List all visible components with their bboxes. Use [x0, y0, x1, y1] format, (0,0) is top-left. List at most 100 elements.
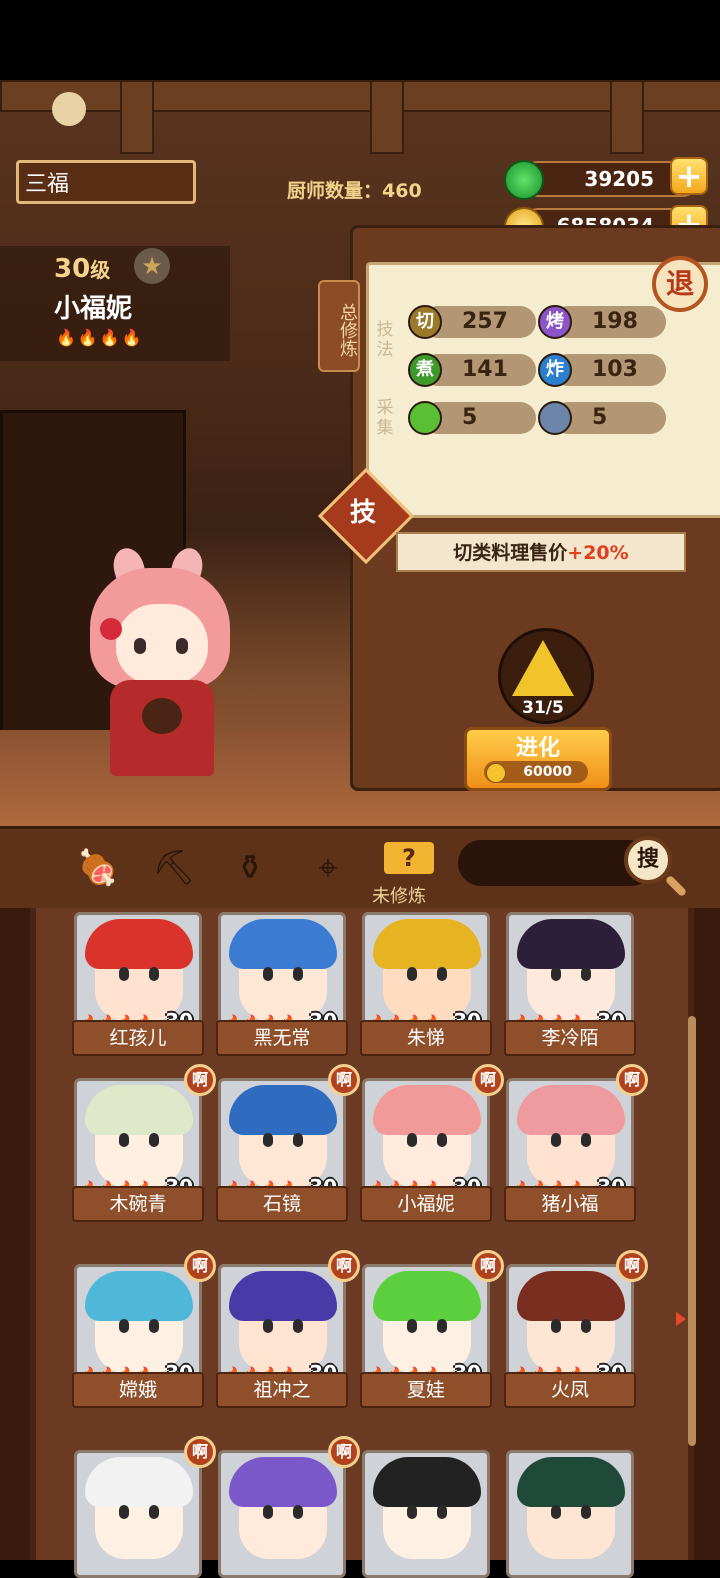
chef-eye — [119, 1505, 129, 1519]
chef-eye — [551, 967, 561, 981]
chef-card[interactable] — [362, 1450, 490, 1578]
chef-hair — [373, 1271, 481, 1321]
chef-hair — [85, 1457, 193, 1507]
chef-eye — [407, 1133, 417, 1147]
chef-eye — [119, 1133, 129, 1147]
technique-label: 技法 — [376, 320, 394, 360]
jade-icon — [504, 160, 544, 200]
chef-eye — [293, 1133, 303, 1147]
chef-eye — [581, 1505, 591, 1519]
chef-hair — [373, 1457, 481, 1507]
chef-eye — [581, 1319, 591, 1333]
chef-hair — [373, 919, 481, 969]
chef-name[interactable]: 火凤 — [504, 1372, 636, 1408]
shovel-icon[interactable]: ⛏ — [152, 846, 196, 890]
chef-eye — [263, 1133, 273, 1147]
kitchen-name-field[interactable]: 三福 — [16, 160, 196, 204]
chef-eye — [407, 1505, 417, 1519]
chef-eye — [407, 967, 417, 981]
chef-eye — [149, 1319, 159, 1333]
character-level: 30级 — [54, 254, 110, 284]
chef-eye — [149, 1133, 159, 1147]
unpracticed-tab-label[interactable]: 未修炼 — [372, 882, 426, 908]
notification-badge: 啊 — [472, 1064, 504, 1096]
sprite-bowl — [142, 698, 182, 734]
chef-name[interactable]: 夏娃 — [360, 1372, 492, 1408]
chef-name[interactable]: 嫦娥 — [72, 1372, 204, 1408]
chef-name[interactable]: 木碗青 — [72, 1186, 204, 1222]
chef-eye — [263, 967, 273, 981]
fire-rank: 🔥🔥🔥🔥 — [56, 328, 144, 347]
chef-eye — [581, 1133, 591, 1147]
chef-name[interactable]: 小福妮 — [360, 1186, 492, 1222]
notification-badge: 啊 — [616, 1250, 648, 1282]
skill-煮-icon: 煮 — [408, 353, 442, 387]
chef-hair — [517, 1085, 625, 1135]
chef-eye — [263, 1319, 273, 1333]
chef-eye — [407, 1319, 417, 1333]
retreat-button[interactable]: 退 — [652, 256, 708, 312]
question-book-icon[interactable]: ? — [378, 836, 440, 880]
chef-hair — [517, 919, 625, 969]
chick-decoration — [52, 92, 86, 126]
gather-label: 采集 — [376, 398, 394, 438]
add-jade-button[interactable]: + — [670, 157, 708, 195]
chef-count: 厨师数量：460 — [287, 180, 422, 202]
chef-name[interactable]: 李冷陌 — [504, 1020, 636, 1056]
level-number: 30 — [54, 254, 91, 284]
chef-name[interactable]: 猪小福 — [504, 1186, 636, 1222]
chef-hair — [85, 1271, 193, 1321]
notification-badge: 啊 — [328, 1436, 360, 1468]
evolve-ingredient-icon — [512, 640, 574, 696]
star-icon[interactable]: ★ — [134, 248, 170, 284]
chef-eye — [149, 1505, 159, 1519]
chef-card[interactable] — [218, 1450, 346, 1578]
hair-bow — [100, 618, 122, 640]
skill-button[interactable]: 技 — [332, 482, 394, 544]
chef-card[interactable] — [506, 1450, 634, 1578]
character-name: 小福妮 — [54, 294, 133, 324]
search-button[interactable]: 搜 — [624, 836, 672, 884]
scroll-marker[interactable] — [676, 1312, 686, 1326]
chef-eye — [263, 1505, 273, 1519]
meat-icon[interactable]: 🍖 — [76, 846, 120, 890]
chef-eye — [293, 967, 303, 981]
sprite-face — [116, 604, 208, 684]
chef-eye — [437, 1505, 447, 1519]
chef-eye — [551, 1319, 561, 1333]
notification-badge: 啊 — [616, 1064, 648, 1096]
bonus-ribbon: 切类料理售价+20% — [396, 532, 686, 572]
character-sprite — [64, 544, 244, 778]
sprite-eye — [134, 638, 146, 654]
ceiling-post — [120, 80, 154, 154]
skill-切-icon: 切 — [408, 305, 442, 339]
chef-card[interactable] — [74, 1450, 202, 1578]
notification-badge: 啊 — [184, 1064, 216, 1096]
scroll-ruler[interactable] — [688, 1016, 696, 1446]
bonus-value: +20% — [567, 542, 629, 564]
chef-hair — [85, 919, 193, 969]
chef-name[interactable]: 石镜 — [216, 1186, 348, 1222]
jar-icon[interactable]: ⚱ — [228, 846, 272, 890]
status-bar-area — [0, 0, 720, 80]
chef-name[interactable]: 红孩儿 — [72, 1020, 204, 1056]
notification-badge: 啊 — [184, 1436, 216, 1468]
chef-hair — [229, 1271, 337, 1321]
chef-eye — [581, 967, 591, 981]
ceiling-post — [610, 80, 644, 154]
chef-eye — [119, 967, 129, 981]
chef-name[interactable]: 黑无常 — [216, 1020, 348, 1056]
skill-炸-icon: 炸 — [538, 353, 572, 387]
chef-hair — [373, 1085, 481, 1135]
location-icon[interactable]: ⌖ — [306, 846, 350, 890]
evolve-button-label: 进化 — [515, 736, 560, 761]
chef-eye — [437, 1133, 447, 1147]
total-cultivation-tab[interactable]: 总修炼 — [318, 280, 360, 372]
chef-name[interactable]: 朱悌 — [360, 1020, 492, 1056]
chef-name[interactable]: 祖冲之 — [216, 1372, 348, 1408]
chef-eye — [551, 1505, 561, 1519]
chef-hair — [229, 919, 337, 969]
evolve-progress: 31/5 — [522, 698, 564, 718]
chef-hair — [517, 1271, 625, 1321]
sprite-eye — [176, 638, 188, 654]
